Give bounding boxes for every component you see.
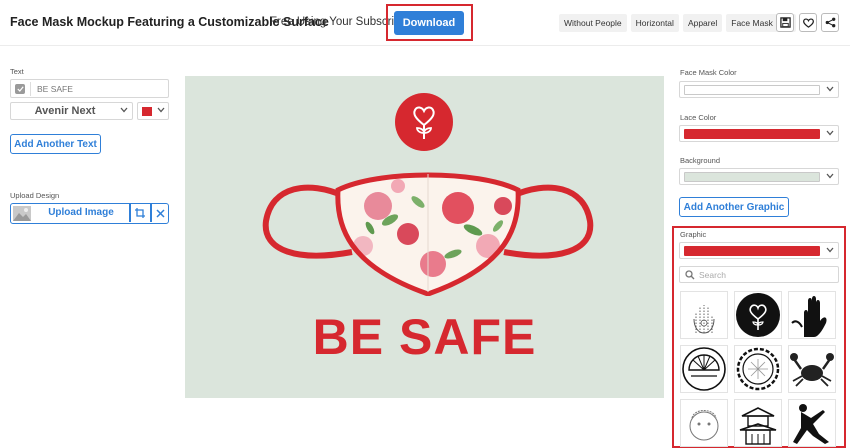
upload-design-control: Upload Image [10,203,169,224]
graphic-tile-pagoda[interactable] [734,399,782,447]
add-another-graphic-button[interactable]: Add Another Graphic [679,197,789,217]
chevron-down-icon [826,173,834,179]
text-color-swatch [142,107,152,116]
graphic-color-select[interactable] [679,242,839,259]
upload-image-button[interactable]: Upload Image [33,207,129,218]
chevron-down-icon [826,247,834,253]
upload-design-label: Upload Design [10,191,60,200]
heart-flower-logo [395,93,453,151]
font-select[interactable]: Avenir Next [10,102,133,120]
lace-color-swatch [684,129,820,139]
face-mask-color-label: Face Mask Color [680,68,737,77]
tag-list: Without People Horizontal Apparel Face M… [559,14,796,32]
face-mask-image [262,172,594,296]
sketch-face-icon [689,410,719,441]
crop-button[interactable] [131,206,149,220]
chevron-down-icon [826,130,834,136]
remove-upload-button[interactable] [152,206,168,220]
heart-flower-circle-icon [736,293,780,337]
graphic-tile-hand-silhouette[interactable] [788,291,836,339]
chevron-down-icon [826,86,834,92]
hand-silhouette-icon [791,296,827,337]
font-name: Avenir Next [34,105,96,117]
crab-icon [790,353,834,387]
heart-flower-icon [413,106,435,139]
divider [30,82,31,96]
text-input-value[interactable]: BE SAFE [37,84,73,94]
graphic-tile-crab[interactable] [788,345,836,393]
graphic-tile-circle-badge[interactable] [734,345,782,393]
mockup-canvas: BE SAFE [185,76,664,398]
save-icon [779,17,791,28]
canvas-headline: BE SAFE [312,309,537,365]
text-color-select[interactable] [137,102,169,120]
share-icon [825,17,835,28]
graphic-color-swatch [684,246,820,256]
background-label: Background [680,156,721,165]
image-thumbnail-icon [13,206,31,221]
save-button[interactable] [776,13,794,32]
fan-circle-icon [682,347,726,391]
upload-thumbnail [13,206,31,221]
text-label: Text [10,67,24,76]
favorite-button[interactable] [799,13,817,32]
tag-horizontal[interactable]: Horizontal [630,14,679,32]
background-color-swatch [684,172,820,182]
tag-apparel[interactable]: Apparel [682,14,723,32]
graphic-label: Graphic [680,230,707,239]
face-mask-color-select[interactable] [679,81,839,98]
background-color-select[interactable] [679,168,839,185]
heart-icon [802,17,814,28]
lace-color-select[interactable] [679,125,839,142]
checkmark-icon [16,86,24,92]
text-input-row[interactable]: BE SAFE [10,79,169,98]
circle-badge-icon [736,347,780,391]
graphic-tile-ninja[interactable] [788,399,836,447]
face-mask-color-swatch [684,85,820,95]
tag-without-people[interactable]: Without People [559,14,627,32]
graphic-tile-hand-sketch[interactable] [680,291,728,339]
close-icon [155,208,165,218]
graphic-tile-heart-flower[interactable] [734,291,782,339]
chevron-down-icon [157,107,165,113]
ninja-silhouette-icon [793,404,829,444]
hand-sketch-icon [693,305,715,334]
download-button[interactable]: Download [394,11,464,35]
chevron-down-icon [120,107,128,113]
pagoda-icon [739,407,777,445]
graphic-search-placeholder: Search [699,270,726,280]
add-another-text-button[interactable]: Add Another Text [10,134,101,154]
share-button[interactable] [821,13,839,32]
tag-face-mask[interactable]: Face Mask [726,14,778,32]
lace-color-label: Lace Color [680,113,717,122]
graphic-tile-fan-circle[interactable] [680,345,728,393]
top-bar: Face Mask Mockup Featuring a Customizabl… [0,0,850,46]
text-visible-checkbox[interactable] [15,84,25,94]
graphic-tile-sketch-face[interactable] [680,399,728,447]
search-icon [685,270,695,280]
graphic-search-field[interactable]: Search [679,266,839,283]
crop-icon [135,208,145,218]
